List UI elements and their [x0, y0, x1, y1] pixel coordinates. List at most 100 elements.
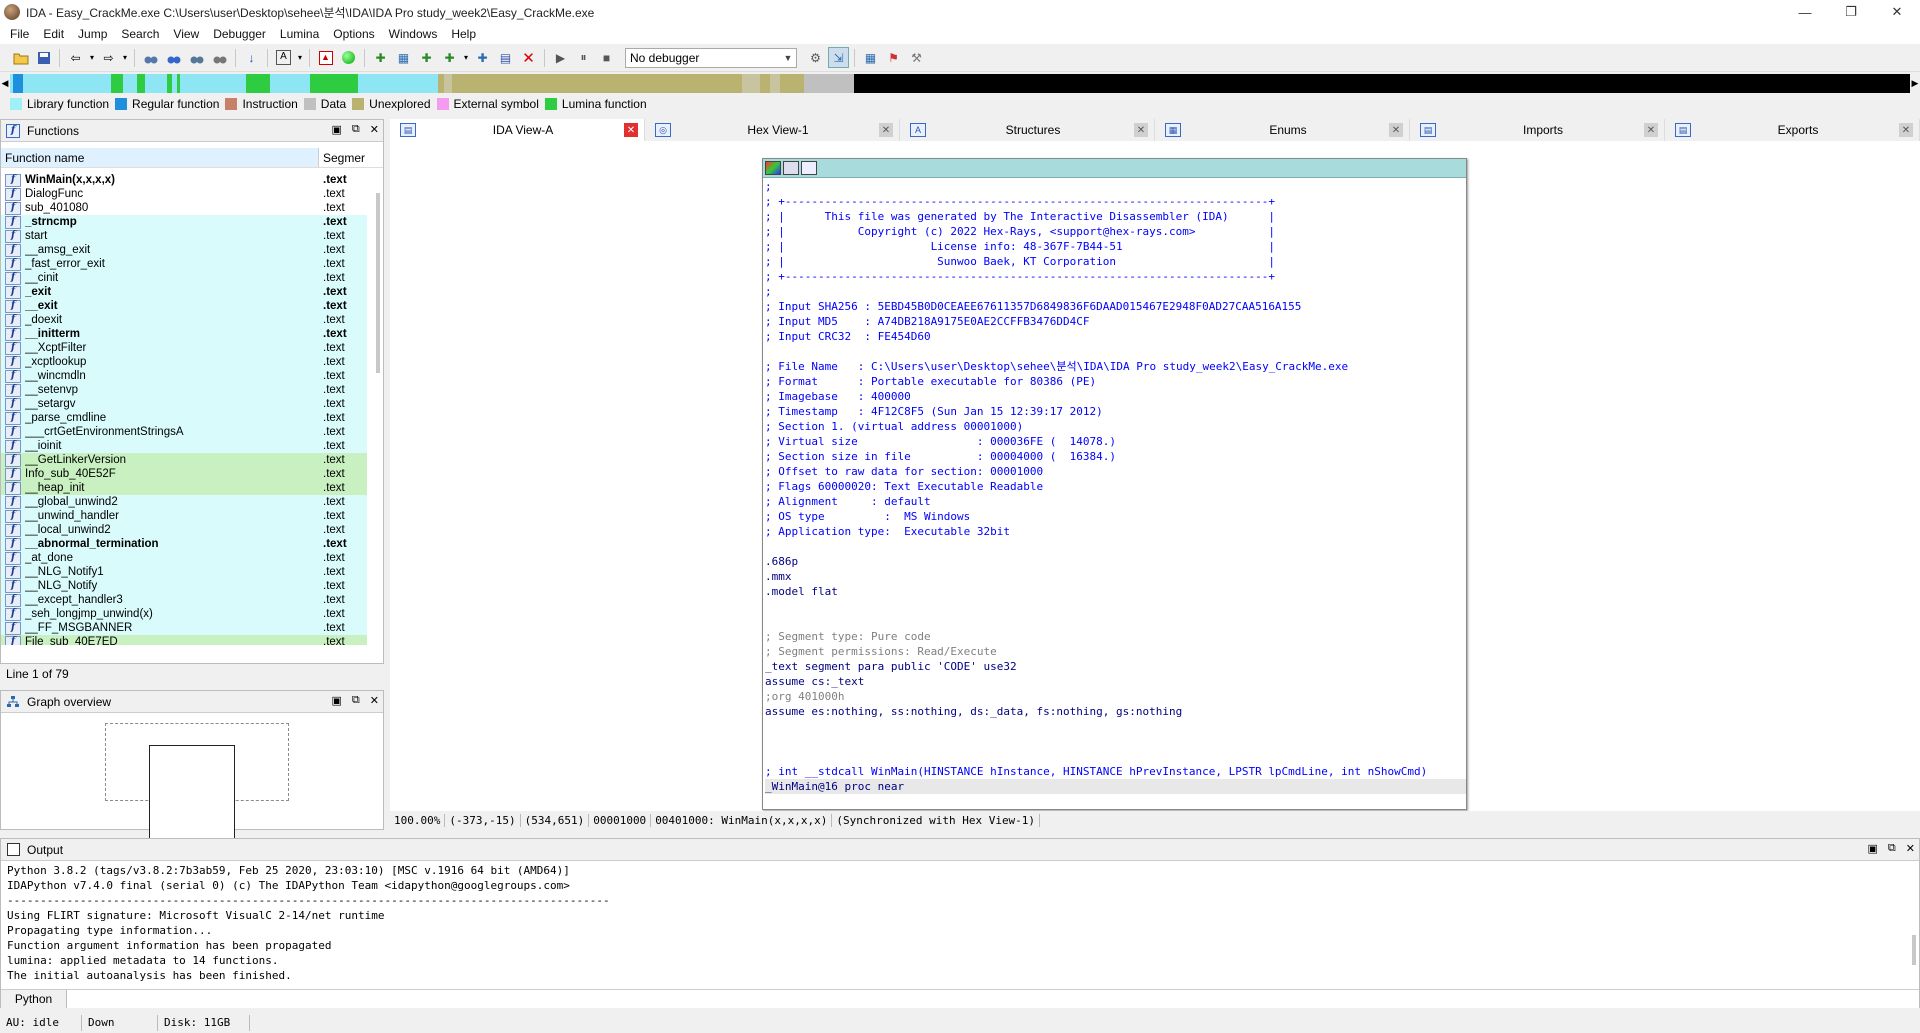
forward-dropdown-icon[interactable]: ▾	[121, 47, 129, 68]
panel-maximize-icon[interactable]: ▣	[332, 123, 342, 136]
disasm-line[interactable]	[765, 749, 1466, 764]
disasm-line[interactable]: ; File Name : C:\Users\user\Desktop\sehe…	[765, 359, 1466, 374]
panel-maximize-icon[interactable]: ▣	[332, 694, 342, 707]
graph-overview-canvas[interactable]	[1, 713, 383, 853]
debug-stop-icon[interactable]: ■	[596, 47, 617, 68]
data-type-icon[interactable]: ▲	[315, 47, 336, 68]
disasm-line[interactable]: assume cs:_text	[765, 674, 1466, 689]
tab-close-icon[interactable]: ✕	[1389, 123, 1403, 137]
debug-start-icon[interactable]: ▶	[550, 47, 571, 68]
back-dropdown-icon[interactable]: ▾	[88, 47, 96, 68]
function-row[interactable]: f __wincmdln .text	[1, 369, 367, 383]
debugger-select[interactable]: No debugger ▼	[625, 47, 797, 68]
function-row[interactable]: f __unwind_handler .text	[1, 509, 367, 523]
color-palette-icon[interactable]	[765, 161, 781, 175]
tab-close-icon[interactable]: ✕	[1644, 123, 1658, 137]
function-row[interactable]: f __NLG_Notify1 .text	[1, 565, 367, 579]
disasm-line[interactable]: ; OS type : MS Windows	[765, 509, 1466, 524]
menu-jump[interactable]: Jump	[74, 27, 117, 41]
disassembly-window[interactable]: ;; +------------------------------------…	[762, 158, 1467, 810]
search-direction[interactable]: Down	[82, 1014, 158, 1031]
disasm-line[interactable]: ; | Sunwoo Baek, KT Corporation |	[765, 254, 1466, 269]
add-dropdown-icon[interactable]: ▾	[462, 47, 470, 68]
search-binoculars-icon[interactable]	[140, 47, 161, 68]
function-row[interactable]: f __exit .text	[1, 299, 367, 313]
function-row[interactable]: f __XcptFilter .text	[1, 341, 367, 355]
text-format-icon[interactable]: A	[273, 47, 294, 68]
functions-scrollbar[interactable]	[375, 173, 381, 645]
menu-file[interactable]: File	[6, 27, 39, 41]
function-row[interactable]: f __global_unwind2 .text	[1, 495, 367, 509]
tab-exports[interactable]: ▤ Exports ✕	[1665, 119, 1920, 141]
navband-left-arrow-icon[interactable]: ◀	[0, 74, 10, 93]
function-row[interactable]: f __FF_MSGBANNER .text	[1, 621, 367, 635]
tab-close-icon[interactable]: ✕	[1899, 123, 1913, 137]
forward-arrow-icon[interactable]: ⇨	[98, 47, 119, 68]
debugger-options-icon[interactable]: ⚙	[805, 47, 826, 68]
menu-debugger[interactable]: Debugger	[209, 27, 276, 41]
disasm-line[interactable]: _WinMain@16 proc near	[765, 779, 1466, 794]
function-row[interactable]: f _seh_longjmp_unwind(x) .text	[1, 607, 367, 621]
disasm-line[interactable]: ; Flags 60000020: Text Executable Readab…	[765, 479, 1466, 494]
disasm-line[interactable]: .model flat	[765, 584, 1466, 599]
add-enum-icon[interactable]: ▦	[393, 47, 414, 68]
tab-ida-view-a[interactable]: ▤ IDA View-A ✕	[390, 119, 645, 141]
panel-maximize-icon[interactable]: ▣	[1868, 842, 1878, 855]
function-row[interactable]: f __except_handler3 .text	[1, 593, 367, 607]
delete-red-x-icon[interactable]: ✕	[518, 47, 539, 68]
tab-close-icon[interactable]: ✕	[624, 123, 638, 137]
minimize-button[interactable]: —	[1782, 0, 1828, 24]
tab-structures[interactable]: A Structures ✕	[900, 119, 1155, 141]
function-row[interactable]: f __heap_init .text	[1, 481, 367, 495]
function-row[interactable]: f __local_unwind2 .text	[1, 523, 367, 537]
navigation-band[interactable]	[10, 74, 1910, 93]
disasm-line[interactable]	[765, 539, 1466, 554]
open-file-icon[interactable]	[10, 47, 31, 68]
menu-help[interactable]: Help	[447, 27, 486, 41]
function-row[interactable]: f DialogFunc .text	[1, 187, 367, 201]
disasm-line[interactable]: ; Format : Portable executable for 80386…	[765, 374, 1466, 389]
function-row[interactable]: f __NLG_Notify .text	[1, 579, 367, 593]
disasm-line[interactable]: ; Application type: Executable 32bit	[765, 524, 1466, 539]
panel-float-icon[interactable]: ⧉	[352, 694, 360, 707]
function-row[interactable]: f __setargv .text	[1, 397, 367, 411]
function-row[interactable]: f sub_401080 .text	[1, 201, 367, 215]
function-row[interactable]: f __abnormal_termination .text	[1, 537, 367, 551]
menu-view[interactable]: View	[169, 27, 209, 41]
disasm-line[interactable]	[765, 734, 1466, 749]
disasm-line[interactable]: .mmx	[765, 569, 1466, 584]
function-row[interactable]: f __initterm .text	[1, 327, 367, 341]
disasm-line[interactable]: ; Input MD5 : A74DB218A9175E0AE2CCFFB347…	[765, 314, 1466, 329]
function-row[interactable]: f _strncmp .text	[1, 215, 367, 229]
panel-float-icon[interactable]: ⧉	[352, 123, 360, 136]
function-row[interactable]: f __GetLinkerVersion .text	[1, 453, 367, 467]
col-function-name[interactable]: Function name	[1, 148, 319, 167]
disasm-line[interactable]: ; Segment type: Pure code	[765, 629, 1466, 644]
function-row[interactable]: f __setenvp .text	[1, 383, 367, 397]
output-scrollbar[interactable]	[1911, 865, 1917, 975]
panel-close-icon[interactable]: ✕	[370, 123, 379, 136]
run-green-icon[interactable]	[338, 47, 359, 68]
search-immediate-icon[interactable]	[209, 47, 230, 68]
menu-search[interactable]: Search	[117, 27, 169, 41]
call-graph-icon[interactable]: ⚒	[906, 47, 927, 68]
search-sequence-icon[interactable]	[186, 47, 207, 68]
disasm-line[interactable]: ; | License info: 48-367F-7B44-51 |	[765, 239, 1466, 254]
flowchart-icon[interactable]: ⚑	[883, 47, 904, 68]
function-row[interactable]: f _fast_error_exit .text	[1, 257, 367, 271]
output-log[interactable]: Python 3.8.2 (tags/v3.8.2:7b3ab59, Feb 2…	[1, 861, 1906, 981]
disasm-line[interactable]: ; Imagebase : 400000	[765, 389, 1466, 404]
disasm-line[interactable]: ; int __stdcall WinMain(HINSTANCE hInsta…	[765, 764, 1466, 779]
function-row[interactable]: f File_sub_40E7ED .text	[1, 635, 367, 645]
add-xref-icon[interactable]: ✚	[472, 47, 493, 68]
tab-close-icon[interactable]: ✕	[1134, 123, 1148, 137]
disasm-line[interactable]	[765, 344, 1466, 359]
function-row[interactable]: f _at_done .text	[1, 551, 367, 565]
functions-list[interactable]: f WinMain(x,x,x,x) .text f DialogFunc .text f s…	[1, 173, 367, 645]
debug-pause-icon[interactable]: ⏸	[573, 47, 594, 68]
disassembly-text[interactable]: ;; +------------------------------------…	[763, 179, 1466, 809]
menu-windows[interactable]: Windows	[385, 27, 448, 41]
disasm-line[interactable]: ; Input SHA256 : 5EBD45B0D0CEAEE67611357…	[765, 299, 1466, 314]
function-row[interactable]: f __amsg_exit .text	[1, 243, 367, 257]
panel-close-icon[interactable]: ✕	[370, 694, 379, 707]
